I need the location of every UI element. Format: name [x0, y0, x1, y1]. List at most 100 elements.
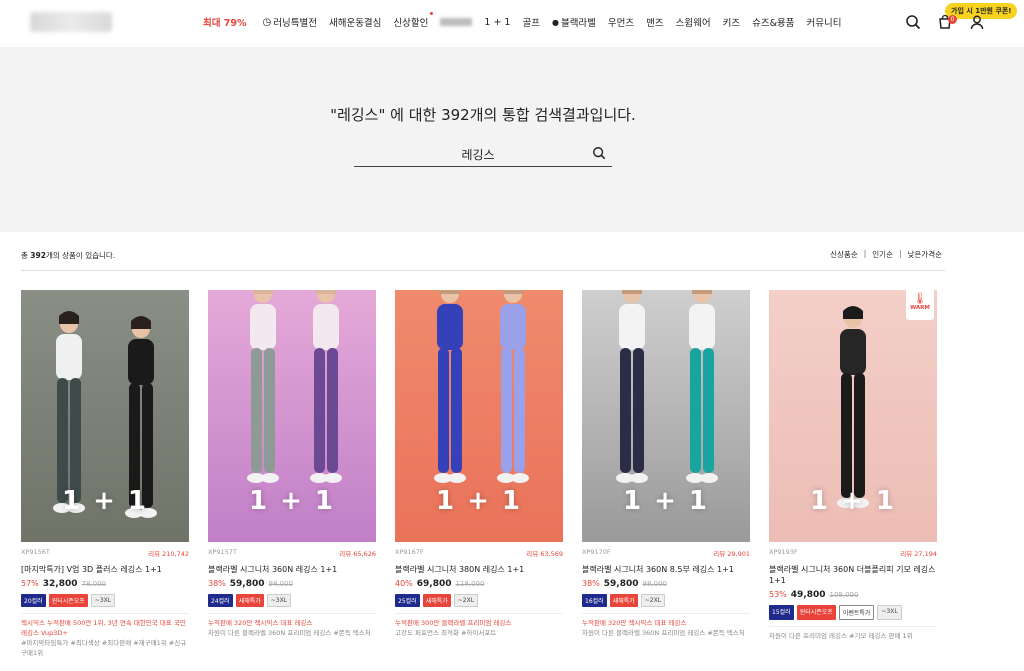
review-count[interactable]: 리뷰 65,626	[339, 548, 376, 558]
product-code: XP9157T	[208, 548, 237, 556]
product-meta: XP9156T 리뷰 210,742	[21, 548, 189, 558]
discount-rate: 38%	[208, 579, 226, 588]
description-tags: 차원이 다른 프리미엄 레깅스 #기모 레깅스 판매 1위	[769, 632, 913, 640]
divider	[21, 270, 945, 271]
nav-item-7[interactable]: ● 블랙라벨	[551, 15, 596, 30]
new-dot-icon	[430, 12, 434, 15]
brand-logo[interactable]	[30, 12, 112, 32]
product-meta: XP9167F 리뷰 63,569	[395, 548, 563, 558]
globe-icon: ●	[551, 17, 559, 27]
nav-item-label: 블랙라벨	[560, 18, 596, 29]
product-badge: 이벤트특가	[838, 605, 875, 620]
product-meta: XP9193F 리뷰 27,194	[769, 548, 937, 558]
price-row: 57% 32,800 78,000	[21, 579, 189, 589]
nav-item-8[interactable]: 우먼즈	[608, 15, 634, 29]
discount-rate: 53%	[769, 590, 787, 599]
product-card[interactable]: 1 + 1 XP9156T 리뷰 210,742 [마지막특가] V업 3D 플…	[21, 290, 189, 658]
product-name[interactable]: [마지막특가] V업 3D 플러스 레깅스 1+1	[21, 564, 189, 575]
product-card[interactable]: 1 + 1 XP9157T 리뷰 65,626 블랙라벨 시그니처 360N 레…	[208, 290, 376, 658]
product-image[interactable]: 1 + 1	[582, 290, 750, 542]
sale-price: 32,800	[42, 579, 78, 589]
product-name[interactable]: 블랙라벨 시그니처 360N 레깅스 1+1	[208, 564, 376, 575]
nav-item-1[interactable]: ◷ 러닝특별전	[262, 15, 317, 30]
product-badge: 새해특가	[235, 594, 264, 607]
product-badge: 16컬러	[582, 594, 607, 607]
review-count[interactable]: 리뷰 63,569	[526, 548, 563, 558]
original-price: 118,000	[455, 580, 485, 588]
product-description: 누적판매 320만 젝시믹스 대표 레깅스 차원이 다른 블랙라벨 360N 프…	[582, 613, 750, 638]
nav-item-3[interactable]: 신상할인	[393, 12, 434, 29]
search-input[interactable]	[354, 142, 612, 166]
clock-icon: ◷	[262, 16, 272, 28]
product-badge: 윈터시즌오프	[796, 605, 836, 620]
nav-item-label: 맨즈	[646, 18, 664, 29]
review-count[interactable]: 리뷰 210,742	[148, 548, 189, 558]
price-row: 40% 69,800 118,000	[395, 579, 563, 589]
nav-item-12[interactable]: 슈즈&용품	[752, 15, 794, 29]
nav-item-4[interactable]	[440, 18, 473, 26]
product-description: 누적판매 320만 젝시믹스 대표 레깅스 차원이 다른 블랙라벨 360N 프…	[208, 613, 376, 638]
sort-newest[interactable]: 신상품순	[830, 249, 858, 260]
review-count[interactable]: 리뷰 29,901	[713, 548, 750, 558]
product-badge: ~2XL	[453, 594, 479, 607]
description-highlight: 누적판매 320만 젝시믹스 대표 레깅스	[582, 619, 687, 627]
product-name[interactable]: 블랙라벨 시그니처 380N 레깅스 1+1	[395, 564, 563, 575]
sort-options: 신상품순 | 인기순 | 낮은가격순	[830, 249, 942, 260]
search-submit-icon[interactable]	[592, 146, 606, 160]
promo-overlay: 1 + 1	[435, 486, 523, 516]
product-badge: ~2XL	[640, 594, 666, 607]
nav-item-6[interactable]: 골프	[522, 15, 539, 29]
nav-item-label: 스윔웨어	[675, 18, 711, 29]
discount-rate: 40%	[395, 579, 413, 588]
search-icon[interactable]	[905, 14, 921, 30]
product-name[interactable]: 블랙라벨 시그니처 360N 8.5부 레깅스 1+1	[582, 564, 750, 575]
product-meta: XP9170F 리뷰 29,901	[582, 548, 750, 558]
nav-item-13[interactable]: 커뮤니티	[806, 15, 841, 29]
sale-price: 59,800	[229, 579, 265, 589]
nav-item-0[interactable]: 최대 79%	[203, 15, 247, 29]
cart-count-badge: 0	[948, 15, 957, 24]
badge-list: 20컬러 윈터시즌오프 ~3XL	[21, 594, 189, 607]
result-count-suffix: 개의 상품이 있습니다.	[45, 251, 116, 260]
sort-lowest-price[interactable]: 낮은가격순	[908, 249, 943, 260]
nav-item-label	[440, 18, 473, 26]
review-count[interactable]: 리뷰 27,194	[900, 548, 937, 558]
nav-item-label: 슈즈&용품	[752, 18, 795, 29]
price-row: 38% 59,800 98,000	[208, 579, 376, 589]
nav-item-9[interactable]: 맨즈	[646, 15, 663, 29]
nav-item-10[interactable]: 스윔웨어	[676, 15, 711, 29]
product-badge: ~3XL	[877, 605, 902, 620]
product-card[interactable]: 1 + 1 XP9170F 리뷰 29,901 블랙라벨 시그니처 360N 8…	[582, 290, 750, 658]
thermometer-icon: 🌡	[913, 292, 927, 305]
product-image[interactable]: 1 + 1	[208, 290, 376, 542]
product-badge: 새해특가	[609, 594, 638, 607]
product-code: XP9170F	[582, 548, 611, 556]
description-tags: 차원이 다른 블랙라벨 360N 프리미엄 레깅스 #쫀득 텍스처	[208, 629, 371, 637]
product-image[interactable]: 1 + 1	[21, 290, 189, 542]
search-section: "레깅스" 에 대한 392개의 통합 검색결과입니다.	[0, 47, 1024, 232]
nav-item-label: 커뮤니티	[806, 18, 842, 29]
product-meta: XP9157T 리뷰 65,626	[208, 548, 376, 558]
product-card[interactable]: 1 + 1 XP9167F 리뷰 63,569 블랙라벨 시그니처 380N 레…	[395, 290, 563, 658]
nav-item-11[interactable]: 키즈	[723, 15, 740, 29]
product-card[interactable]: 1 + 1 🌡 WARM XP9193F 리뷰 27,194 블랙라벨 시그니처…	[769, 290, 937, 658]
user-icon[interactable]	[969, 14, 985, 30]
warm-label: WARM	[910, 305, 930, 311]
original-price: 98,000	[268, 580, 294, 588]
promo-overlay: 1 + 1	[248, 486, 336, 516]
description-highlight: 누적판매 320만 젝시믹스 대표 레깅스	[208, 619, 313, 627]
search-result-title: "레깅스" 에 대한 392개의 통합 검색결과입니다.	[330, 106, 636, 124]
description-tags: #마지막타임특가 #최다색상 #최다판매 #재구매1위 #신규구매1위	[21, 639, 187, 657]
sort-popular[interactable]: 인기순	[872, 249, 893, 260]
product-description: 차원이 다른 프리미엄 레깅스 #기모 레깅스 판매 1위	[769, 626, 937, 641]
nav-item-label: 새해운동결심	[328, 18, 382, 29]
nav-item-2[interactable]: 새해운동결심	[329, 15, 381, 29]
product-description: 젝시믹스 누적판매 500만 1위, 3년 연속 대한민국 대표 국민레깅스 V…	[21, 613, 189, 658]
product-name[interactable]: 블랙라벨 시그니처 360N 더블플리피 기모 레깅스 1+1	[769, 564, 937, 586]
nav-item-5[interactable]: 1 + 1	[484, 17, 510, 28]
warm-badge: 🌡 WARM	[906, 290, 934, 320]
product-image[interactable]: 1 + 1	[395, 290, 563, 542]
product-image[interactable]: 1 + 1 🌡 WARM	[769, 290, 937, 542]
product-badge: ~3XL	[266, 594, 292, 607]
badge-list: 25컬러 새해특가 ~2XL	[395, 594, 563, 607]
